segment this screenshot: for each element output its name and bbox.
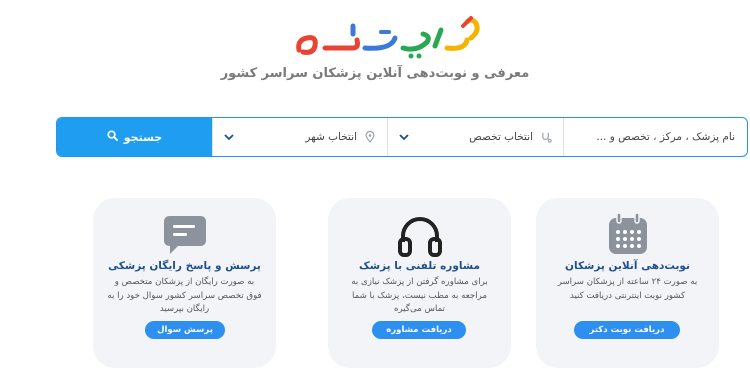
search-icon [107,130,118,144]
search-bar: انتخاب تخصص انتخاب شهر جستجو [56,117,748,157]
services-section: نوبت‌دهی آنلاین پزشکان به صورت ۲۴ ساعته … [0,198,750,368]
get-appointment-button[interactable]: دریافت نوبت دکتر [574,321,680,339]
card-title: نوبت‌دهی آنلاین پزشکان [565,260,690,272]
name-search-field[interactable] [563,118,747,156]
chevron-down-icon [398,133,410,141]
ask-question-button[interactable]: پرسش سوال [145,321,225,339]
get-consultation-button[interactable]: دریافت مشاوره [372,321,466,339]
logo-graphic [296,16,480,59]
card-title: پرسش و پاسخ رایگان پزشکی [108,260,261,272]
chevron-down-icon [223,133,235,141]
city-label: انتخاب شهر [305,131,357,143]
search-button[interactable]: جستجو [57,118,212,156]
tagline: معرفی و نوبت‌دهی آنلاین پزشکان سراسر کشو… [220,66,530,81]
chat-icon [93,212,276,258]
card-online-appointment: نوبت‌دهی آنلاین پزشکان به صورت ۲۴ ساعته … [536,198,719,368]
card-description: برای مشاوره گرفتن از پزشک نیازی به مراجع… [351,277,488,314]
city-select[interactable]: انتخاب شهر [212,118,387,156]
card-description: به صورت رایگان از پزشکان متخصص و فوق تخص… [107,277,262,314]
specialty-select[interactable]: انتخاب تخصص [387,118,563,156]
card-free-qa: پرسش و پاسخ رایگان پزشکی به صورت رایگان … [93,198,276,368]
headphones-icon [328,212,511,258]
calendar-icon [536,212,719,258]
stethoscope-icon [539,132,553,143]
site-logo[interactable] [295,12,485,60]
specialty-label: انتخاب تخصص [469,131,533,143]
name-search-input[interactable] [564,130,737,144]
card-title: مشاوره تلفنی با پزشک [359,260,480,272]
location-pin-icon [363,131,377,143]
card-description: به صورت ۲۴ ساعته از پزشکان سراسر کشور نو… [557,277,698,301]
search-button-label: جستجو [123,130,163,144]
card-phone-consultation: مشاوره تلفنی با پزشک برای مشاوره گرفتن ا… [328,198,511,368]
